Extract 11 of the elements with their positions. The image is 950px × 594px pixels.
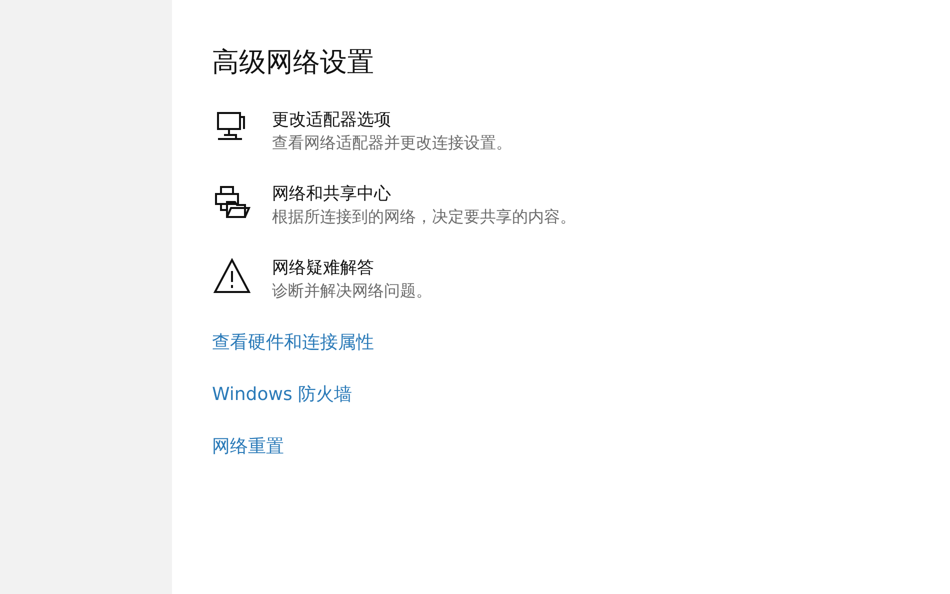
option-description: 诊断并解决网络问题。	[272, 281, 432, 302]
warning-icon	[212, 256, 252, 296]
option-title[interactable]: 更改适配器选项	[272, 108, 512, 131]
option-description: 查看网络适配器并更改连接设置。	[272, 133, 512, 154]
page-title: 高级网络设置	[212, 46, 375, 80]
option-title[interactable]: 网络和共享中心	[272, 182, 576, 205]
settings-link[interactable]: 查看硬件和连接属性	[212, 330, 374, 354]
option-title[interactable]: 网络疑难解答	[272, 256, 432, 279]
settings-link[interactable]: Windows 防火墙	[212, 382, 352, 406]
settings-link[interactable]: 网络重置	[212, 434, 284, 458]
option-description: 根据所连接到的网络，决定要共享的内容。	[272, 207, 576, 228]
